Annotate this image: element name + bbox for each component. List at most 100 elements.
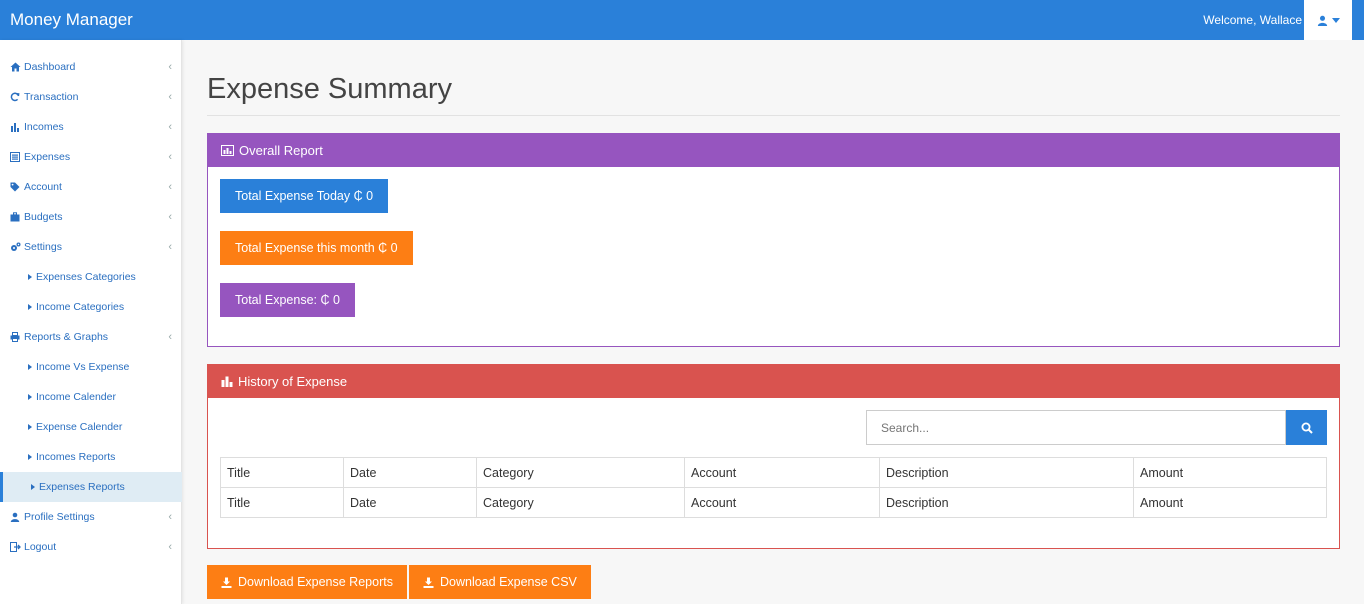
sidebar-item-label: Expense Calender	[36, 421, 123, 433]
sidebar-item-transaction[interactable]: Transaction ‹	[0, 82, 182, 112]
caret-right-icon	[31, 484, 35, 490]
expense-history-panel: History of Expense Title Date Category A…	[207, 364, 1340, 549]
briefcase-icon	[10, 212, 20, 222]
table-cell: Description	[879, 487, 1134, 518]
table-cell: Account	[684, 487, 880, 518]
user-icon	[10, 512, 20, 522]
sidebar-item-account[interactable]: Account ‹	[0, 172, 182, 202]
tag-icon	[10, 182, 20, 192]
chevron-left-icon: ‹	[168, 121, 172, 133]
sidebar-item-income-calender[interactable]: Income Calender	[0, 382, 182, 412]
sidebar-item-label: Reports & Graphs	[24, 331, 109, 343]
chevron-left-icon: ‹	[168, 541, 172, 553]
search-button[interactable]	[1286, 410, 1327, 445]
sidebar-item-label: Income Categories	[36, 301, 125, 313]
print-icon	[10, 332, 20, 342]
sidebar-item-label: Budgets	[24, 211, 63, 223]
list-icon	[10, 152, 20, 162]
sidebar-item-label: Account	[24, 181, 62, 193]
sidebar-item-label: Income Vs Expense	[36, 361, 130, 373]
overall-report-panel: Overall Report Total Expense Today ₵ 0 T…	[207, 133, 1340, 347]
caret-right-icon	[28, 424, 32, 430]
chevron-left-icon: ‹	[168, 151, 172, 163]
sidebar-item-profile-settings[interactable]: Profile Settings ‹	[0, 502, 182, 532]
chevron-left-icon: ‹	[168, 211, 172, 223]
table-cell: Title	[220, 487, 344, 518]
sidebar-item-label: Transaction	[24, 91, 79, 103]
download-icon	[221, 577, 232, 588]
sidebar-item-incomes-reports[interactable]: Incomes Reports	[0, 442, 182, 472]
sidebar-item-expense-calender[interactable]: Expense Calender	[0, 412, 182, 442]
caret-right-icon	[28, 454, 32, 460]
sidebar-item-label: Expenses Categories	[36, 271, 136, 283]
sidebar-item-settings[interactable]: Settings ‹	[0, 232, 182, 262]
total-expense-today-badge: Total Expense Today ₵ 0	[220, 179, 389, 213]
divider	[207, 115, 1340, 116]
user-menu-button[interactable]	[1304, 0, 1352, 40]
sidebar-item-expenses[interactable]: Expenses ‹	[0, 142, 182, 172]
caret-right-icon	[28, 364, 32, 370]
sidebar-item-logout[interactable]: Logout ‹	[0, 532, 182, 562]
button-label: Download Expense CSV	[440, 575, 577, 589]
home-icon	[10, 62, 20, 72]
sidebar-item-incomes[interactable]: Incomes ‹	[0, 112, 182, 142]
sidebar-item-income-vs-expense[interactable]: Income Vs Expense	[0, 352, 182, 382]
column-header-date[interactable]: Date	[343, 457, 477, 488]
search-icon	[1301, 422, 1313, 434]
chevron-left-icon: ‹	[168, 241, 172, 253]
caret-right-icon	[28, 304, 32, 310]
sidebar-item-label: Income Calender	[36, 391, 116, 403]
total-expense-month-badge: Total Expense this month ₵ 0	[220, 231, 413, 265]
chevron-left-icon: ‹	[168, 61, 172, 73]
chevron-left-icon: ‹	[168, 91, 172, 103]
sign-out-icon	[9, 542, 21, 552]
search-input[interactable]	[866, 410, 1286, 445]
app-title[interactable]: Money Manager	[10, 0, 133, 40]
sidebar-item-label: Profile Settings	[24, 511, 95, 523]
panel-title: History of Expense	[238, 374, 348, 389]
column-header-title[interactable]: Title	[220, 457, 344, 488]
bar-chart-icon	[11, 123, 19, 132]
sidebar-item-expenses-categories[interactable]: Expenses Categories	[0, 262, 182, 292]
panel-heading: History of Expense	[208, 365, 1339, 398]
download-expense-csv-button[interactable]: Download Expense CSV	[409, 565, 591, 599]
sidebar-item-dashboard[interactable]: Dashboard ‹	[0, 52, 182, 82]
chevron-left-icon: ‹	[168, 181, 172, 193]
bar-chart-icon	[221, 376, 233, 387]
column-header-category[interactable]: Category	[476, 457, 685, 488]
sidebar-item-label: Logout	[24, 541, 57, 553]
table-cell: Date	[343, 487, 477, 518]
button-label: Download Expense Reports	[238, 575, 393, 589]
page-title: Expense Summary	[207, 73, 452, 105]
column-header-account[interactable]: Account	[684, 457, 880, 488]
download-icon	[423, 577, 434, 588]
sidebar-item-label: Expenses Reports	[39, 481, 125, 493]
download-expense-reports-button[interactable]: Download Expense Reports	[207, 565, 407, 599]
total-expense-badge: Total Expense: ₵ 0	[220, 283, 355, 317]
panel-heading: Overall Report	[208, 134, 1339, 167]
sidebar-item-expenses-reports[interactable]: Expenses Reports	[0, 472, 182, 502]
sidebar-item-budgets[interactable]: Budgets ‹	[0, 202, 182, 232]
sidebar-item-reports-graphs[interactable]: Reports & Graphs ‹	[0, 322, 182, 352]
refresh-icon	[10, 92, 20, 102]
chevron-down-icon	[1331, 17, 1340, 23]
table-cell: Category	[476, 487, 685, 518]
welcome-text: Welcome, Wallace	[1203, 13, 1302, 27]
column-header-description[interactable]: Description	[879, 457, 1134, 488]
table-cell: Amount	[1133, 487, 1327, 518]
table-header-row: Title Date Category Account Description …	[220, 457, 1327, 488]
chevron-left-icon: ‹	[168, 331, 172, 343]
sidebar-item-label: Settings	[24, 241, 62, 253]
sidebar-item-income-categories[interactable]: Income Categories	[0, 292, 182, 322]
sidebar-item-label: Incomes	[24, 121, 64, 133]
sidebar-item-label: Expenses	[24, 151, 71, 163]
caret-right-icon	[28, 274, 32, 280]
expense-history-table: Title Date Category Account Description …	[220, 457, 1327, 518]
top-navbar: Money Manager Welcome, Wallace	[0, 0, 1364, 40]
sidebar-item-label: Dashboard	[24, 61, 76, 73]
chevron-left-icon: ‹	[168, 511, 172, 523]
area-chart-icon	[221, 145, 234, 156]
gears-icon	[10, 242, 20, 251]
sidebar-item-label: Incomes Reports	[36, 451, 116, 463]
column-header-amount[interactable]: Amount	[1133, 457, 1327, 488]
